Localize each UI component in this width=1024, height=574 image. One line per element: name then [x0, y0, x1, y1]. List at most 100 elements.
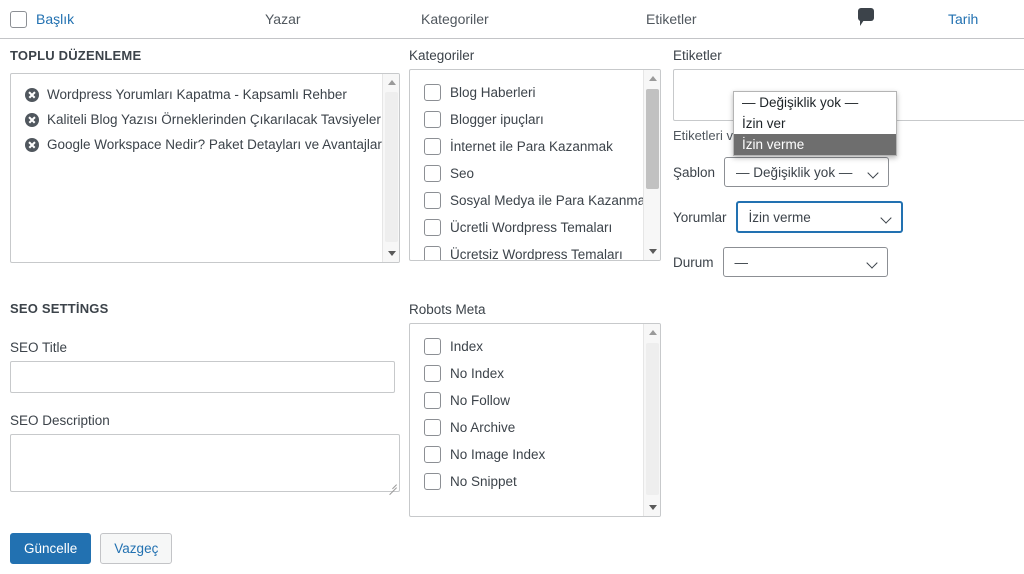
scroll-up-icon[interactable]: [644, 324, 660, 341]
scroll-down-icon[interactable]: [644, 499, 660, 516]
status-label: Durum: [673, 254, 714, 270]
dropdown-option[interactable]: İzin ver: [734, 113, 896, 134]
category-checkbox[interactable]: [424, 219, 441, 236]
scroll-down-icon[interactable]: [644, 243, 660, 260]
categories-checklist: Blog Haberleri Blogger ipuçları İnternet…: [409, 69, 661, 261]
category-checkbox[interactable]: [424, 84, 441, 101]
list-item[interactable]: Blogger ipuçları: [410, 106, 660, 133]
bulk-edit-screen: Başlık Yazar Kategoriler Etiketler Tarih…: [0, 0, 1024, 574]
categories-label: Kategoriler: [409, 48, 475, 63]
dropdown-option-selected[interactable]: İzin verme: [734, 134, 896, 155]
scroll-up-icon[interactable]: [383, 74, 399, 91]
category-label: İnternet ile Para Kazanmak: [450, 139, 613, 154]
seo-title-label: SEO Title: [10, 340, 68, 355]
remove-item-icon[interactable]: [25, 112, 39, 127]
dropdown-option[interactable]: — Değişiklik yok —: [734, 92, 896, 113]
bulk-edit-title: TOPLU DÜZENLEME: [10, 48, 142, 63]
categories-scrollbar[interactable]: [643, 70, 660, 260]
resize-handle-icon[interactable]: [387, 479, 397, 496]
category-checkbox[interactable]: [424, 192, 441, 209]
robots-checkbox[interactable]: [424, 338, 441, 355]
list-item[interactable]: Sosyal Medya ile Para Kazanmak: [410, 187, 660, 214]
robots-scrollbar[interactable]: [643, 324, 660, 516]
list-item[interactable]: Seo: [410, 160, 660, 187]
select-all-checkbox[interactable]: [10, 11, 27, 28]
list-item: Wordpress Yorumları Kapatma - Kapsamlı R…: [11, 82, 399, 107]
column-header-title[interactable]: Başlık: [36, 11, 74, 28]
list-item[interactable]: No Archive: [410, 414, 660, 441]
comments-select-dropdown[interactable]: — Değişiklik yok — İzin ver İzin verme: [733, 91, 897, 156]
cancel-button[interactable]: Vazgeç: [100, 533, 173, 564]
category-checkbox[interactable]: [424, 111, 441, 128]
list-item[interactable]: No Image Index: [410, 441, 660, 468]
remove-item-icon[interactable]: [25, 137, 39, 152]
category-label: Sosyal Medya ile Para Kazanmak: [450, 193, 652, 208]
chevron-down-icon: [879, 212, 892, 224]
comments-label: Yorumlar: [673, 209, 727, 225]
robots-label: No Index: [450, 366, 505, 381]
category-label: Ücretli Wordpress Temaları: [450, 220, 613, 235]
comments-select-value: İzin verme: [748, 209, 811, 225]
template-select[interactable]: — Değişiklik yok —: [724, 157, 890, 187]
robots-checkbox[interactable]: [424, 446, 441, 463]
comment-bubble-icon[interactable]: [858, 8, 874, 26]
list-item[interactable]: No Index: [410, 360, 660, 387]
status-select[interactable]: —: [722, 247, 888, 277]
scrollbar-thumb[interactable]: [646, 343, 659, 495]
robots-checkbox[interactable]: [424, 473, 441, 490]
robots-checkbox[interactable]: [424, 419, 441, 436]
seo-settings-title: SEO SETTİNGS: [10, 301, 109, 316]
list-item[interactable]: Ücretli Wordpress Temaları: [410, 214, 660, 241]
seo-description-input[interactable]: [10, 434, 400, 496]
remove-item-icon[interactable]: [25, 87, 39, 102]
list-item[interactable]: Ücretsiz Wordpress Temaları: [410, 241, 660, 261]
robots-meta-items: Index No Index No Follow No Archive No I…: [410, 324, 660, 495]
template-label: Şablon: [673, 164, 716, 180]
category-checkbox[interactable]: [424, 246, 441, 260]
scrollbar-thumb[interactable]: [646, 89, 659, 189]
robots-label: Index: [450, 339, 484, 354]
list-item: Kaliteli Blog Yazısı Örneklerinden Çıkar…: [11, 107, 399, 132]
robots-label: No Snippet: [450, 474, 517, 489]
seo-description-label: SEO Description: [10, 413, 110, 428]
scroll-up-icon[interactable]: [644, 70, 660, 87]
column-header-tags[interactable]: Etiketler: [646, 11, 697, 28]
update-button[interactable]: Güncelle: [10, 533, 92, 564]
category-checkbox[interactable]: [424, 165, 441, 182]
category-label: Blog Haberleri: [450, 85, 536, 100]
category-checkbox[interactable]: [424, 138, 441, 155]
chevron-down-icon: [867, 167, 879, 179]
list-item[interactable]: No Snippet: [410, 468, 660, 495]
list-item[interactable]: Blog Haberleri: [410, 79, 660, 106]
column-header-date[interactable]: Tarih: [948, 11, 978, 28]
scroll-down-icon[interactable]: [383, 245, 399, 262]
status-select-value: —: [734, 254, 749, 270]
category-label: Ücretsiz Wordpress Temaları: [450, 247, 623, 261]
bulk-edit-left-column: TOPLU DÜZENLEME Wordpress Yorumları Kapa…: [10, 48, 400, 496]
column-header-categories[interactable]: Kategoriler: [421, 11, 489, 28]
list-item[interactable]: Index: [410, 333, 660, 360]
comments-select[interactable]: İzin verme: [735, 201, 903, 233]
seo-settings-section: SEO SETTİNGS SEO Title SEO Description: [10, 301, 400, 496]
robots-meta-label: Robots Meta: [409, 302, 486, 317]
comments-select-row: Yorumlar İzin verme: [673, 201, 1024, 233]
action-buttons: Güncelle Vazgeç: [10, 533, 173, 564]
bulk-item-label: Kaliteli Blog Yazısı Örneklerinden Çıkar…: [47, 112, 381, 127]
posts-table-header: Başlık Yazar Kategoriler Etiketler Tarih: [0, 0, 1024, 39]
bulk-edit-right-column: Etiketler Etiketleri virgül ile ayırın Ş…: [673, 48, 1024, 277]
robots-label: No Image Index: [450, 447, 546, 462]
chevron-down-icon: [865, 257, 878, 269]
robots-checkbox[interactable]: [424, 392, 441, 409]
list-item[interactable]: No Follow: [410, 387, 660, 414]
bulk-edit-middle-column: Kategoriler Blog Haberleri Blogger ipuçl…: [409, 48, 661, 517]
bulk-list-scrollbar[interactable]: [382, 74, 399, 262]
robots-label: No Archive: [450, 420, 516, 435]
scrollbar-thumb[interactable]: [385, 92, 398, 242]
list-item[interactable]: İnternet ile Para Kazanmak: [410, 133, 660, 160]
robots-meta-checklist: Index No Index No Follow No Archive No I…: [409, 323, 661, 517]
seo-title-input[interactable]: [10, 361, 395, 393]
comment-bubble-glyph: [858, 8, 874, 26]
robots-checkbox[interactable]: [424, 365, 441, 382]
column-header-author[interactable]: Yazar: [265, 11, 301, 28]
tags-label: Etiketler: [673, 48, 722, 63]
